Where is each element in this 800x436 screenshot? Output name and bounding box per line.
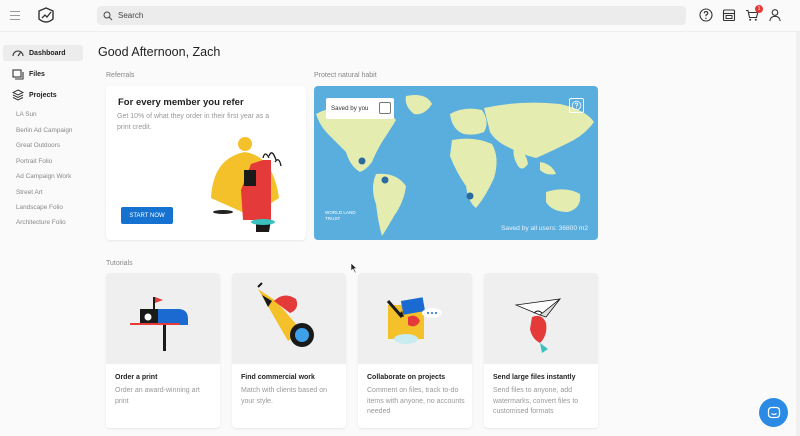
tutorial-description: Send files to anyone, add watermarks, co… [493,387,579,415]
tutorials-section-label: Tutorials [106,260,133,267]
tutorial-title: Find commercial work [241,374,315,381]
tutorial-card-commercial-work[interactable]: Find commercial work Match with clients … [232,273,346,428]
search-input[interactable] [118,11,658,20]
mouse-cursor-icon [350,262,358,274]
sidebar-item-label: Files [29,70,45,78]
project-item[interactable]: Portrait Folio [16,158,52,165]
tutorial-description: Order an award-winning art print [115,387,200,405]
tutorial-card-collaborate[interactable]: Collaborate on projects Comment on files… [358,273,472,428]
files-icon [12,69,24,80]
sidebar-item-projects[interactable]: Projects [3,87,83,103]
tutorial-description: Comment on files, track to-do items with… [367,387,465,415]
tutorial-title: Send large files instantly [493,374,576,381]
projects-icon [12,89,24,101]
sidebar-item-files[interactable]: Files [3,66,83,82]
tutorial-card-order-print[interactable]: Order a print Order an award-winning art… [106,273,220,428]
world-land-trust-logo: WORLD LAND TRUST [325,210,356,221]
dashboard-icon [12,50,24,57]
tutorial-image [232,273,346,364]
chat-support-button[interactable] [759,398,788,427]
referral-illustration [211,137,282,232]
search-icon [103,11,113,20]
cart-count-badge: 1 [755,5,763,13]
chat-icon [767,406,780,418]
storefront-icon[interactable] [722,8,736,22]
sidebar-item-dashboard[interactable]: Dashboard [3,45,83,61]
tutorial-image [358,273,472,364]
project-item[interactable]: Architecture Folio [16,219,66,226]
paper-plane-illustration [514,298,562,353]
mailbox-illustration [130,297,188,351]
world-map-card: Saved by you WORLD LAND TRUST Saved by a… [314,86,598,240]
folder-collaboration-illustration [386,297,442,344]
project-item[interactable]: Berlin Ad Campaign [16,127,72,134]
sidebar-item-label: Projects [29,91,57,99]
tutorial-image [106,273,220,364]
saved-by-all-text: Saved by all users: 36800 m2 [501,225,588,232]
project-item[interactable]: Street Art [16,189,43,196]
sidebar: Dashboard Files Projects LA Sun Berlin A… [0,32,87,436]
referral-title: For every member you refer [118,97,244,108]
referrals-section-label: Referrals [106,72,135,79]
map-help-icon[interactable] [569,98,584,113]
tutorial-image [484,273,598,364]
help-icon[interactable] [699,8,713,22]
project-item[interactable]: Landscape Folio [16,204,63,211]
top-bar: 1 [0,0,800,32]
user-icon[interactable] [768,8,782,22]
sidebar-item-label: Dashboard [29,49,66,57]
saved-by-you-box: Saved by you [326,98,394,119]
project-item[interactable]: LA Sun [16,111,37,118]
project-item[interactable]: Ad Campaign Work [16,173,71,180]
page-scrollbar[interactable] [796,32,800,436]
saved-by-you-label: Saved by you [331,105,369,112]
tutorial-title: Collaborate on projects [367,374,446,381]
start-now-button[interactable]: START NOW [121,207,173,224]
telescope-illustration [257,282,314,347]
logo-icon[interactable] [36,6,56,26]
greeting: Good Afternoon, Zach [98,45,221,59]
tutorial-description: Match with clients based on your style. [241,387,327,405]
saved-by-you-checkbox[interactable] [379,102,391,114]
referral-card: For every member you refer Get 10% of wh… [106,86,306,240]
tutorial-card-send-files[interactable]: Send large files instantly Send files to… [484,273,598,428]
project-item[interactable]: Great Outdoors [16,142,60,149]
menu-icon[interactable] [10,11,20,21]
protect-section-label: Protect natural habit [314,72,377,79]
tutorial-title: Order a print [115,374,158,381]
search-bar[interactable] [97,6,686,25]
